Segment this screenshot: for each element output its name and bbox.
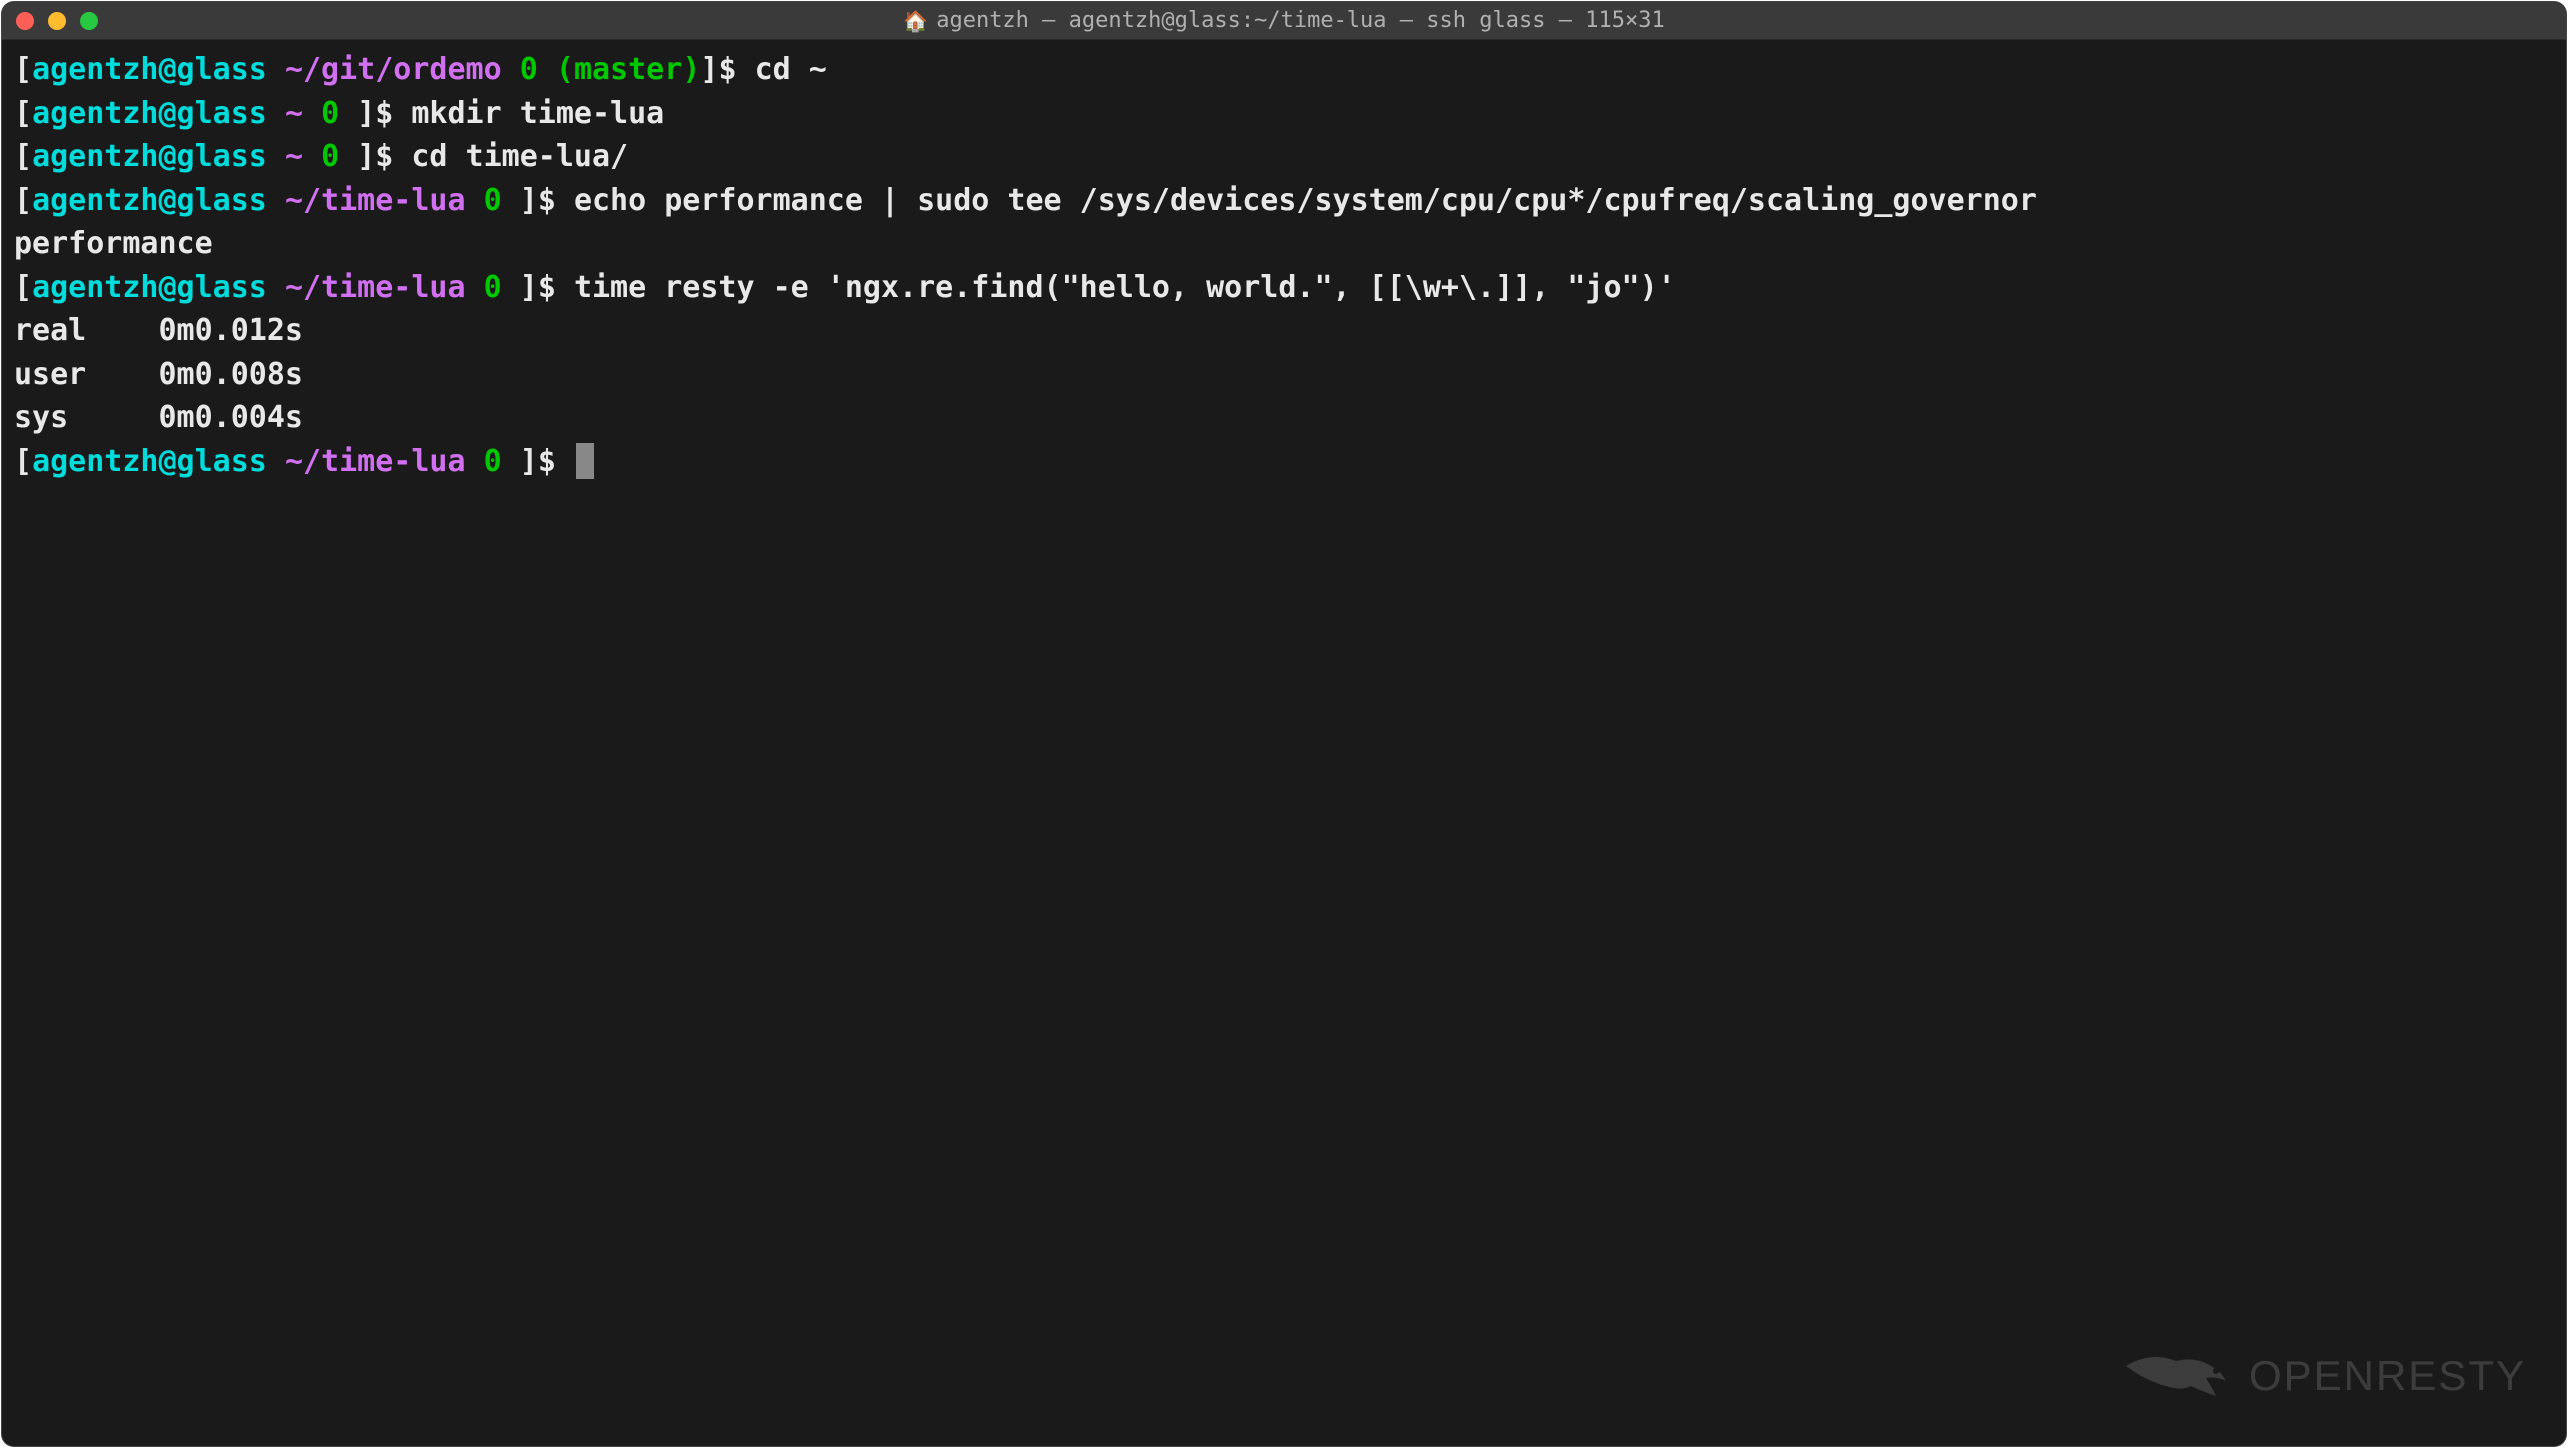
prompt-dollar: $ bbox=[538, 444, 556, 479]
terminal-line: [agentzh@glass ~/time-lua 0 ]$ time rest… bbox=[14, 266, 2554, 310]
terminal-output: sys 0m0.004s bbox=[14, 396, 2554, 440]
maximize-button[interactable] bbox=[80, 12, 98, 30]
prompt-exit-code: 0 bbox=[484, 444, 502, 479]
prompt-exit-code: 0 bbox=[484, 183, 502, 218]
prompt-branch-close: ) bbox=[682, 52, 700, 87]
title-bar: 🏠 agentzh — agentzh@glass:~/time-lua — s… bbox=[2, 2, 2566, 40]
prompt-dollar: $ bbox=[375, 139, 393, 174]
terminal-window: 🏠 agentzh — agentzh@glass:~/time-lua — s… bbox=[2, 2, 2566, 1446]
prompt-user-host: agentzh@glass bbox=[32, 444, 267, 479]
prompt-user-host: agentzh@glass bbox=[32, 270, 267, 305]
prompt-bracket: [ bbox=[14, 183, 32, 218]
prompt-dollar: $ bbox=[718, 52, 736, 87]
prompt-path: ~ bbox=[285, 139, 303, 174]
prompt-bracket: [ bbox=[14, 270, 32, 305]
prompt-bracket-close: ] bbox=[520, 270, 538, 305]
close-button[interactable] bbox=[16, 12, 34, 30]
terminal-output: user 0m0.008s bbox=[14, 353, 2554, 397]
prompt-dollar: $ bbox=[538, 270, 556, 305]
terminal-line: [agentzh@glass ~ 0 ]$ mkdir time-lua bbox=[14, 92, 2554, 136]
command-text: cd ~ bbox=[755, 52, 827, 87]
prompt-path: ~ bbox=[285, 96, 303, 131]
prompt-path: ~/time-lua bbox=[285, 270, 466, 305]
prompt-exit-code: 0 bbox=[520, 52, 538, 87]
prompt-path: ~/time-lua bbox=[285, 444, 466, 479]
prompt-bracket-close: ] bbox=[357, 96, 375, 131]
prompt-exit-code: 0 bbox=[321, 96, 339, 131]
prompt-bracket-close: ] bbox=[520, 183, 538, 218]
prompt-user-host: agentzh@glass bbox=[32, 139, 267, 174]
terminal-line: [agentzh@glass ~/time-lua 0 ]$ bbox=[14, 440, 2554, 484]
prompt-bracket: [ bbox=[14, 52, 32, 87]
prompt-user-host: agentzh@glass bbox=[32, 52, 267, 87]
prompt-user-host: agentzh@glass bbox=[32, 96, 267, 131]
prompt-bracket-close: ] bbox=[700, 52, 718, 87]
home-icon: 🏠 bbox=[903, 9, 928, 33]
bird-icon bbox=[2121, 1336, 2241, 1416]
prompt-exit-code: 0 bbox=[321, 139, 339, 174]
prompt-user-host: agentzh@glass bbox=[32, 183, 267, 218]
watermark-text: OPENRESTY bbox=[2249, 1352, 2526, 1400]
prompt-branch-open: ( bbox=[556, 52, 574, 87]
prompt-bracket: [ bbox=[14, 139, 32, 174]
window-title-text: agentzh — agentzh@glass:~/time-lua — ssh… bbox=[936, 8, 1664, 33]
command-text: echo performance | sudo tee /sys/devices… bbox=[574, 183, 2037, 218]
command-text: cd time-lua/ bbox=[411, 139, 628, 174]
prompt-path: ~/time-lua bbox=[285, 183, 466, 218]
terminal-body[interactable]: [agentzh@glass ~/git/ordemo 0 (master)]$… bbox=[2, 40, 2566, 1446]
prompt-exit-code: 0 bbox=[484, 270, 502, 305]
traffic-lights bbox=[16, 12, 98, 30]
cursor-icon bbox=[576, 443, 594, 479]
watermark-resty: RESTY bbox=[2376, 1352, 2526, 1399]
prompt-bracket: [ bbox=[14, 444, 32, 479]
prompt-bracket-close: ] bbox=[357, 139, 375, 174]
prompt-bracket-close: ] bbox=[520, 444, 538, 479]
minimize-button[interactable] bbox=[48, 12, 66, 30]
terminal-line: [agentzh@glass ~/git/ordemo 0 (master)]$… bbox=[14, 48, 2554, 92]
terminal-output: real 0m0.012s bbox=[14, 309, 2554, 353]
command-text: time resty -e 'ngx.re.find("hello, world… bbox=[574, 270, 1676, 305]
prompt-dollar: $ bbox=[375, 96, 393, 131]
prompt-bracket: [ bbox=[14, 96, 32, 131]
prompt-branch: master bbox=[574, 52, 682, 87]
terminal-line: [agentzh@glass ~ 0 ]$ cd time-lua/ bbox=[14, 135, 2554, 179]
window-title: 🏠 agentzh — agentzh@glass:~/time-lua — s… bbox=[903, 8, 1664, 33]
prompt-path: ~/git/ordemo bbox=[285, 52, 502, 87]
prompt-dollar: $ bbox=[538, 183, 556, 218]
terminal-output: performance bbox=[14, 222, 2554, 266]
command-text: mkdir time-lua bbox=[411, 96, 664, 131]
terminal-line: [agentzh@glass ~/time-lua 0 ]$ echo perf… bbox=[14, 179, 2554, 223]
watermark-logo: OPENRESTY bbox=[2121, 1336, 2526, 1416]
watermark-open: OPEN bbox=[2249, 1352, 2376, 1399]
